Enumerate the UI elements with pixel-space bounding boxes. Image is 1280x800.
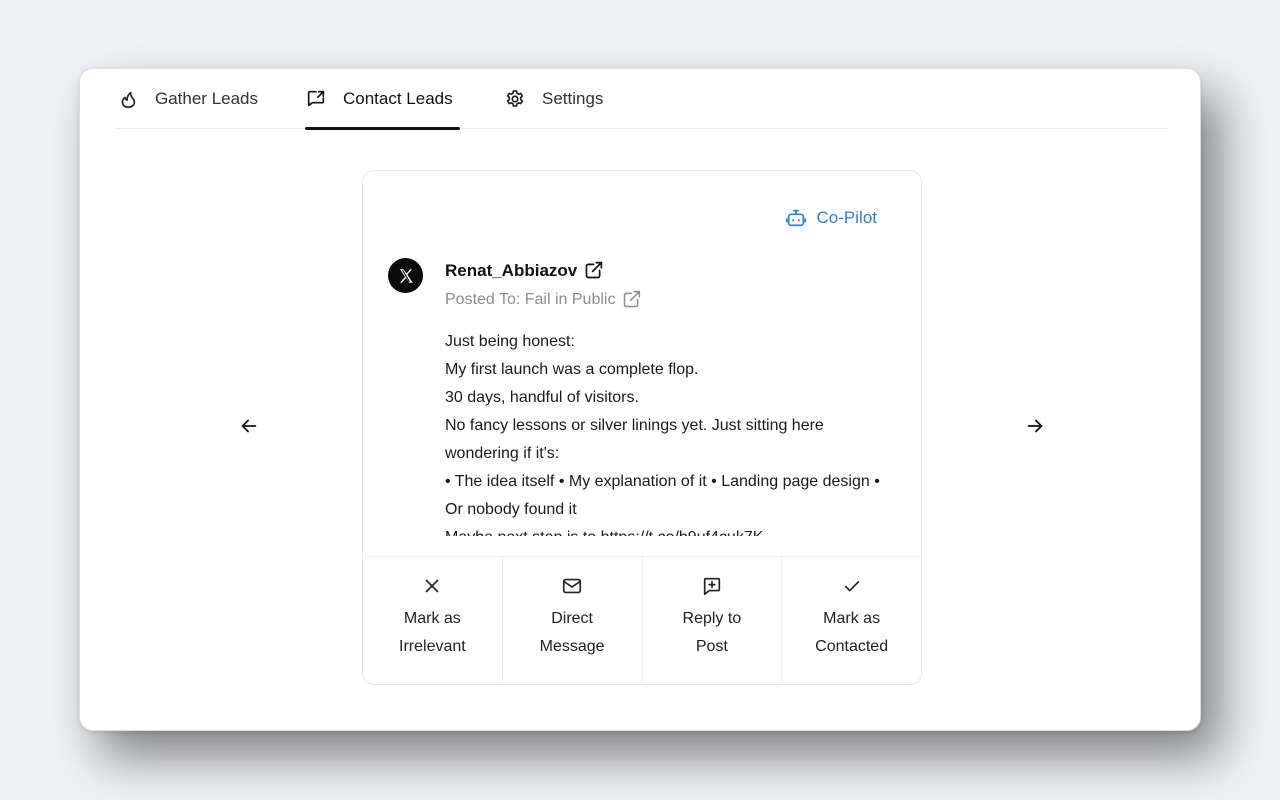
post-line: 30 days, handful of visitors. — [445, 389, 639, 406]
copilot-button[interactable]: Co-Pilot — [785, 207, 877, 229]
posted-to: Posted To: Fail in Public — [445, 289, 642, 310]
message-share-icon — [305, 88, 327, 110]
mark-contacted-button[interactable]: Mark as Contacted — [782, 557, 921, 684]
post-body[interactable]: Just being honest: My first launch was a… — [445, 328, 885, 536]
post-line: Maybe next step is to https://t.co/b9uf4… — [445, 524, 885, 536]
x-logo-icon — [399, 268, 413, 283]
platform-avatar — [388, 258, 423, 293]
tab-settings-label: Settings — [542, 89, 604, 108]
lead-author: Renat_Abbiazov — [445, 260, 604, 281]
message-plus-icon — [701, 575, 723, 597]
post-line: No fancy lessons or silver linings yet. … — [445, 417, 824, 462]
post-line: • The idea itself • My explanation of it… — [445, 473, 880, 518]
mark-irrelevant-label: Mark as Irrelevant — [399, 610, 466, 655]
robot-icon — [785, 207, 807, 229]
post-line: My first launch was a complete flop. — [445, 361, 699, 378]
tab-gather-leads-label: Gather Leads — [155, 89, 259, 108]
previous-lead-button[interactable] — [233, 410, 265, 442]
flame-icon — [117, 88, 139, 110]
direct-message-label: Direct Message — [539, 610, 605, 655]
tab-bar: Gather Leads Contact Leads Settings — [115, 69, 1169, 130]
reply-to-post-label: Reply to Post — [682, 610, 742, 655]
tab-settings[interactable]: Settings — [504, 69, 603, 129]
lead-card: Co-Pilot Renat_Abbiazov Posted To: Fail … — [362, 170, 922, 685]
tab-contact-leads[interactable]: Contact Leads — [305, 69, 460, 130]
gear-icon — [504, 88, 526, 110]
mark-irrelevant-button[interactable]: Mark as Irrelevant — [363, 557, 503, 684]
x-icon — [421, 575, 443, 597]
check-icon — [841, 575, 863, 597]
arrow-left-icon — [241, 419, 257, 433]
next-lead-button[interactable] — [1019, 410, 1051, 442]
posted-to-label: Posted To: Fail in Public — [445, 290, 616, 308]
external-link-icon[interactable] — [621, 289, 642, 310]
post-line: Just being honest: — [445, 333, 575, 350]
tab-contact-leads-label: Contact Leads — [343, 89, 453, 108]
tab-gather-leads[interactable]: Gather Leads — [117, 69, 258, 129]
reply-to-post-button[interactable]: Reply to Post — [643, 557, 783, 684]
external-link-icon[interactable] — [583, 260, 604, 281]
arrow-right-icon — [1027, 419, 1043, 433]
mail-icon — [561, 575, 583, 597]
app-window: Gather Leads Contact Leads Settings Co-P… — [79, 68, 1201, 731]
copilot-label: Co-Pilot — [816, 208, 877, 227]
mark-contacted-label: Mark as Contacted — [815, 610, 889, 655]
direct-message-button[interactable]: Direct Message — [503, 557, 643, 684]
author-name: Renat_Abbiazov — [445, 260, 578, 280]
lead-actions: Mark as Irrelevant Direct Message Reply … — [363, 556, 921, 684]
